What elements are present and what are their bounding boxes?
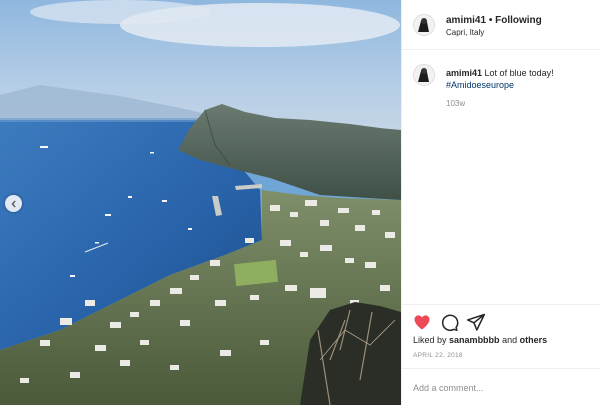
likes-summary: Liked by sanambbbb and others bbox=[413, 335, 547, 345]
post-date[interactable]: APRIL 22, 2018 bbox=[413, 352, 463, 359]
likes-conjunction: and bbox=[502, 335, 518, 345]
likes-user[interactable]: sanambbbb bbox=[449, 335, 500, 345]
add-comment-area bbox=[402, 368, 600, 405]
previous-photo-button[interactable] bbox=[5, 195, 22, 212]
post-sidebar: amimi41 • Following Capri, Italy amimi41… bbox=[401, 0, 600, 405]
likes-prefix: Liked by bbox=[413, 335, 447, 345]
caption-age: 103w bbox=[446, 99, 466, 108]
caption-username[interactable]: amimi41 bbox=[446, 68, 482, 78]
heart-icon[interactable] bbox=[412, 312, 432, 332]
comment-bubble-icon[interactable] bbox=[439, 312, 459, 332]
post-photo[interactable] bbox=[0, 0, 401, 405]
add-comment-input[interactable] bbox=[413, 380, 591, 396]
caption-avatar[interactable] bbox=[413, 64, 435, 86]
post-location[interactable]: Capri, Italy bbox=[446, 28, 484, 37]
capri-coast-photo bbox=[0, 0, 401, 405]
author-avatar[interactable] bbox=[413, 14, 435, 36]
action-bar bbox=[402, 304, 600, 338]
caption-hashtag[interactable]: #Amidoeseurope bbox=[446, 80, 514, 90]
paper-plane-icon[interactable] bbox=[466, 312, 486, 332]
post-header: amimi41 • Following Capri, Italy bbox=[402, 0, 600, 50]
likes-others[interactable]: others bbox=[520, 335, 548, 345]
header-separator: • bbox=[488, 15, 493, 26]
caption-text: Lot of blue today! bbox=[484, 68, 554, 78]
author-username[interactable]: amimi41 bbox=[446, 15, 486, 26]
following-button[interactable]: Following bbox=[495, 15, 542, 26]
chevron-left-icon bbox=[10, 200, 18, 208]
